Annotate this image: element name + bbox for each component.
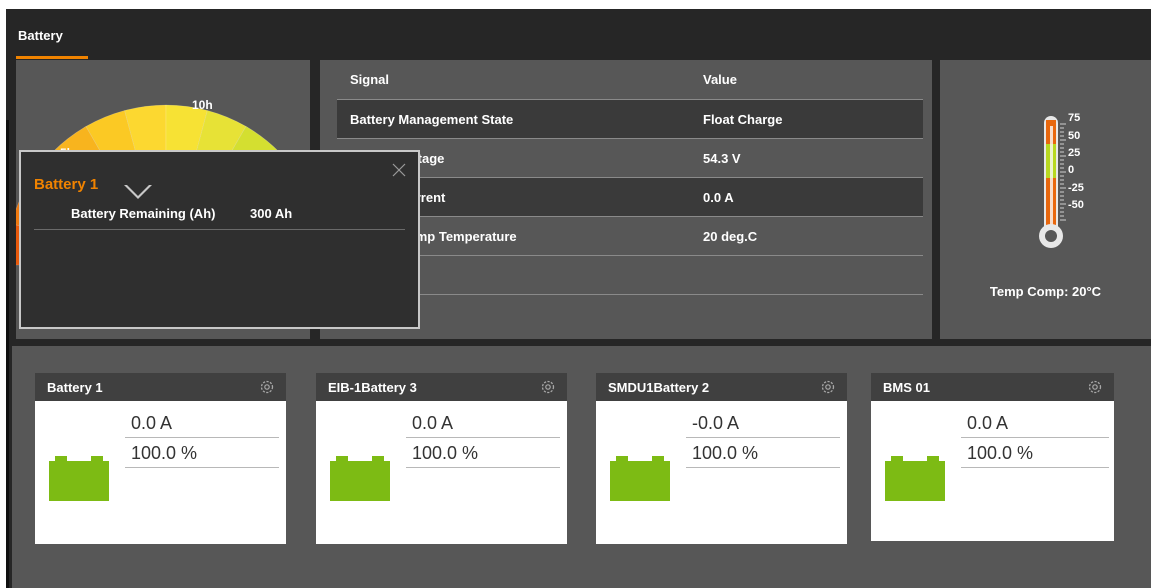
battery-current: 0.0 A (961, 411, 1109, 438)
signal-value: 54.3 V (703, 151, 741, 166)
signal-value: 20 deg.C (703, 229, 758, 244)
battery-card[interactable]: Battery 1 0.0 A 100.0 % (35, 373, 286, 544)
battery-capacity-value: 100.0 % (692, 443, 759, 463)
table-row: Battery Current 0.0 A (337, 178, 923, 217)
battery-card[interactable]: EIB-1Battery 3 0.0 A 100.0 % (316, 373, 567, 544)
battery-current-value: -0.0 A (692, 413, 740, 433)
battery-card-header: EIB-1Battery 3 (316, 373, 567, 401)
table-row (337, 256, 923, 295)
battery-card[interactable]: SMDU1Battery 2 -0.0 A 100.0 % (596, 373, 847, 544)
gear-icon[interactable] (258, 378, 276, 396)
table-row: Battery Voltage 54.3 V (337, 139, 923, 178)
thermometer: 75 50 25 0 -25 -50 (1036, 112, 1136, 252)
battery-icon (330, 456, 390, 501)
tab-bar: Battery (6, 9, 1151, 59)
battery-icon (885, 456, 945, 501)
column-header-value: Value (703, 72, 737, 87)
popup-divider (34, 229, 405, 230)
battery-icon (49, 456, 109, 501)
temp-tick-label: 25 (1068, 147, 1081, 159)
signal-table: Signal Value Battery Management State Fl… (337, 60, 923, 295)
battery-capacity-value: 100.0 % (967, 443, 1034, 463)
battery-current: 0.0 A (406, 411, 560, 438)
popup-field-value: 300 Ah (250, 206, 293, 221)
tab-battery[interactable]: Battery (18, 28, 63, 43)
battery-icon (610, 456, 670, 501)
popup-title: Battery 1 (34, 176, 99, 193)
battery-current: 0.0 A (125, 411, 279, 438)
gear-icon[interactable] (539, 378, 557, 396)
table-row: Battery Management State Float Charge (337, 100, 923, 139)
table-row: Battery Comp Temperature 20 deg.C (337, 217, 923, 256)
battery-current-value: 0.0 A (412, 413, 454, 433)
battery-app: Battery 10h 5h Signal Value Battery Mana… (6, 9, 1151, 588)
battery-capacity: 100.0 % (961, 441, 1109, 468)
battery-current-value: 0.0 A (967, 413, 1009, 433)
popup-pointer-fill (127, 185, 149, 196)
thermometer-icon (1039, 116, 1066, 248)
temperature-panel: 75 50 25 0 -25 -50 Temp Comp: 20°C (940, 60, 1151, 339)
battery-capacity-value: 100.0 % (131, 443, 198, 463)
battery-card-header: Battery 1 (35, 373, 286, 401)
gauge-label-10h: 10h (192, 98, 213, 112)
signal-table-header: Signal Value (337, 60, 923, 100)
battery-card-header: SMDU1Battery 2 (596, 373, 847, 401)
signal-value: Float Charge (703, 112, 783, 127)
popup-field-label: Battery Remaining (Ah) (71, 206, 216, 221)
active-tab-indicator (16, 56, 88, 59)
battery-detail-popup: Battery 1 Battery Remaining (Ah) 300 Ah (19, 150, 420, 329)
section-divider (12, 341, 1151, 346)
gear-icon[interactable] (819, 378, 837, 396)
signal-name: Battery Management State (350, 112, 514, 127)
column-header-signal: Signal (350, 72, 390, 87)
signal-value: 0.0 A (703, 190, 734, 205)
battery-name: EIB-1Battery 3 (328, 380, 417, 395)
close-icon[interactable] (391, 162, 407, 178)
left-edge-rule (6, 120, 9, 588)
battery-name: BMS 01 (883, 380, 930, 395)
temp-tick-label: -25 (1068, 182, 1084, 194)
temp-tick-label: 50 (1068, 130, 1081, 142)
battery-capacity-value: 100.0 % (412, 443, 479, 463)
battery-list: Battery 1 0.0 A 100.0 % EIB-1Battery 3 0… (12, 346, 1151, 588)
battery-capacity: 100.0 % (125, 441, 279, 468)
temp-tick-label: 75 (1068, 112, 1081, 124)
battery-name: Battery 1 (47, 380, 103, 395)
battery-current: -0.0 A (686, 411, 840, 438)
gear-icon[interactable] (1086, 378, 1104, 396)
battery-name: SMDU1Battery 2 (608, 380, 710, 395)
battery-capacity: 100.0 % (406, 441, 560, 468)
temp-comp-label: Temp Comp: 20°C (989, 284, 1102, 299)
battery-current-value: 0.0 A (131, 413, 173, 433)
temp-tick-label: 0 (1068, 164, 1075, 176)
battery-capacity: 100.0 % (686, 441, 840, 468)
battery-card[interactable]: BMS 01 0.0 A 100.0 % (871, 373, 1114, 541)
battery-card-header: BMS 01 (871, 373, 1114, 401)
temp-tick-label: -50 (1068, 199, 1084, 211)
